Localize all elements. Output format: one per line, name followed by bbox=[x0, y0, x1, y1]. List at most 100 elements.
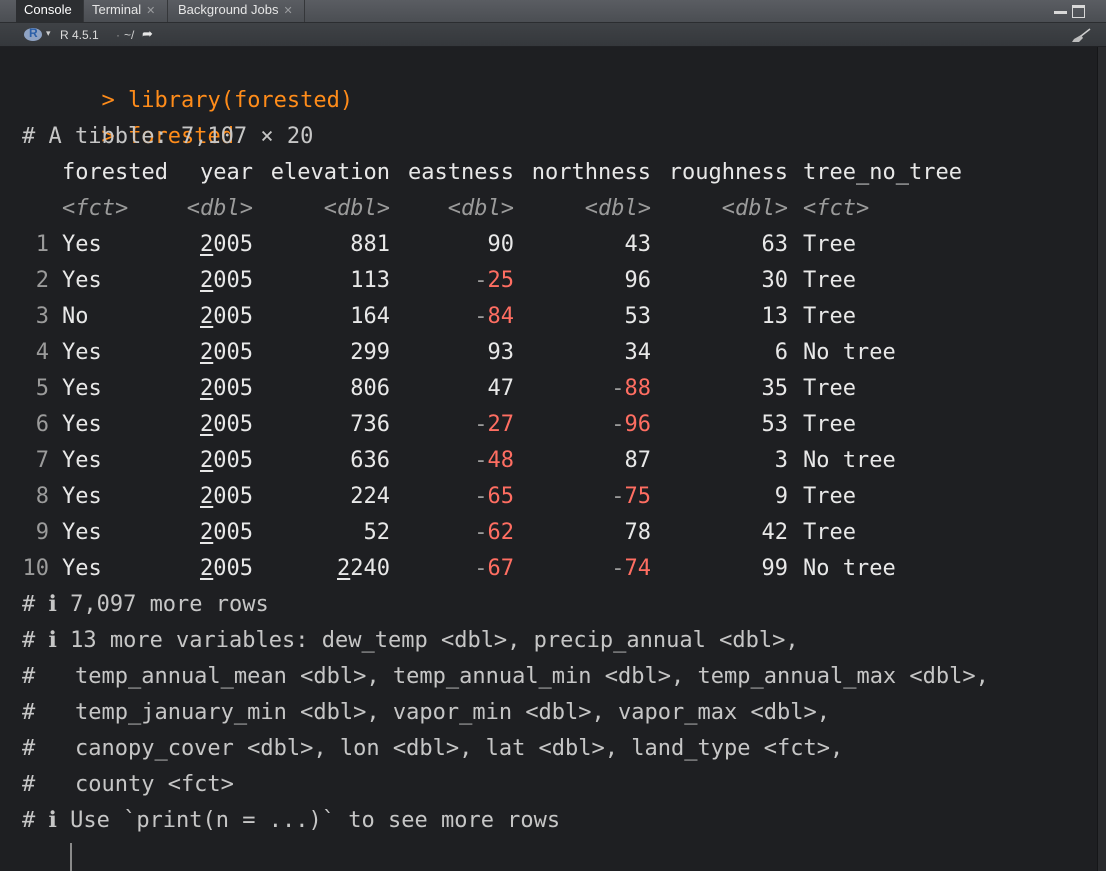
table-cell-tree-no-tree: Tree bbox=[803, 412, 856, 437]
table-cell-year: 2005 bbox=[200, 340, 253, 365]
column-header: tree_no_tree bbox=[803, 160, 962, 185]
table-cell-idx: 6 bbox=[35, 412, 49, 437]
table-row: 7 Yes 2005 636 -48 87 3 No tree bbox=[22, 443, 1022, 479]
table-cell-idx: 2 bbox=[35, 268, 49, 293]
footer-line: # canopy_cover <dbl>, lon <dbl>, lat <db… bbox=[22, 736, 844, 761]
text-cursor bbox=[70, 843, 72, 871]
table-cell-year: 2005 bbox=[200, 484, 253, 509]
table-cell-eastness: 47 bbox=[487, 376, 515, 401]
table-cell-year: 2005 bbox=[200, 304, 253, 329]
table-cell-northness: -88 bbox=[611, 376, 651, 401]
close-icon[interactable]: ✕ bbox=[146, 5, 155, 17]
table-cell-eastness: -67 bbox=[474, 556, 514, 581]
table-cell-eastness: -62 bbox=[474, 520, 514, 545]
console-command-line: > library(forested) bbox=[22, 47, 353, 113]
console-path-bar: ▾ R 4.5.1 · ~/ ➦ bbox=[0, 23, 1106, 47]
table-cell-northness: -74 bbox=[611, 556, 651, 581]
column-header: year bbox=[200, 160, 253, 185]
table-cell-elevation: 224 bbox=[350, 484, 390, 509]
column-type: <dbl> bbox=[447, 196, 514, 221]
column-type: <dbl> bbox=[721, 196, 788, 221]
tibble-header: # A tibble: 7,107 × 20 bbox=[22, 124, 314, 149]
minimize-icon[interactable] bbox=[1054, 11, 1067, 14]
maximize-icon[interactable] bbox=[1072, 5, 1085, 18]
table-cell-tree-no-tree: Tree bbox=[803, 268, 856, 293]
console-output[interactable]: > library(forested) > forested # A tibbl… bbox=[0, 47, 1097, 871]
table-cell-eastness: -48 bbox=[474, 448, 514, 473]
table-cell-northness: -75 bbox=[611, 484, 651, 509]
go-to-directory-icon[interactable]: ➦ bbox=[142, 26, 153, 42]
column-header: forested bbox=[62, 160, 168, 185]
tab-background-jobs-label: Background Jobs bbox=[178, 2, 279, 17]
table-cell-eastness: -65 bbox=[474, 484, 514, 509]
close-icon[interactable]: ✕ bbox=[283, 5, 292, 17]
table-cell-roughness: 3 bbox=[774, 448, 788, 473]
table-cell-northness: 53 bbox=[624, 304, 652, 329]
table-cell-northness: 78 bbox=[624, 520, 652, 545]
footer-line: # ℹ 7,097 more rows bbox=[22, 592, 269, 617]
table-row: 8 Yes 2005 224 -65 -75 9 Tree bbox=[22, 479, 1022, 515]
column-header: northness bbox=[531, 160, 651, 185]
table-row: 4 Yes 2005 299 93 34 6 No tree bbox=[22, 335, 1022, 371]
table-cell-elevation: 736 bbox=[350, 412, 390, 437]
r-logo-icon[interactable] bbox=[24, 26, 42, 41]
table-cell-elevation: 636 bbox=[350, 448, 390, 473]
table-cell-tree-no-tree: No tree bbox=[803, 556, 896, 581]
column-header-row: forested year elevation eastness northne… bbox=[22, 155, 1022, 191]
table-row: 3 No 2005 164 -84 53 13 Tree bbox=[22, 299, 1022, 335]
table-row: 5 Yes 2005 806 47 -88 35 Tree bbox=[22, 371, 1022, 407]
column-header: elevation bbox=[270, 160, 390, 185]
table-cell-tree-no-tree: Tree bbox=[803, 232, 856, 257]
column-type: <fct> bbox=[803, 196, 870, 221]
column-type: <dbl> bbox=[323, 196, 390, 221]
console-input-line[interactable]: > bbox=[22, 839, 115, 871]
table-cell-elevation: 2240 bbox=[337, 556, 390, 581]
table-cell-forested: Yes bbox=[62, 376, 102, 401]
table-cell-elevation: 299 bbox=[350, 340, 390, 365]
table-cell-year: 2005 bbox=[200, 556, 253, 581]
column-type: <fct> bbox=[62, 196, 129, 221]
table-cell-elevation: 113 bbox=[350, 268, 390, 293]
column-header: roughness bbox=[668, 160, 788, 185]
table-cell-idx: 10 bbox=[22, 556, 50, 581]
table-cell-eastness: -84 bbox=[474, 304, 514, 329]
table-cell-northness: 34 bbox=[624, 340, 652, 365]
footer-line: # temp_january_min <dbl>, vapor_min <dbl… bbox=[22, 700, 830, 725]
table-cell-year: 2005 bbox=[200, 376, 253, 401]
console-command-line: > forested bbox=[22, 83, 233, 149]
table-row: 9 Yes 2005 52 -62 78 42 Tree bbox=[22, 515, 1022, 551]
table-cell-roughness: 63 bbox=[761, 232, 789, 257]
table-cell-northness: 43 bbox=[624, 232, 652, 257]
table-cell-northness: 96 bbox=[624, 268, 652, 293]
clear-console-icon[interactable] bbox=[1070, 27, 1092, 43]
table-cell-idx: 5 bbox=[35, 376, 49, 401]
table-cell-roughness: 42 bbox=[761, 520, 789, 545]
tab-console-label: Console bbox=[24, 2, 72, 17]
table-cell-elevation: 881 bbox=[350, 232, 390, 257]
table-cell-tree-no-tree: Tree bbox=[803, 484, 856, 509]
table-cell-forested: No bbox=[62, 304, 89, 329]
table-cell-idx: 4 bbox=[35, 340, 49, 365]
chevron-down-icon[interactable]: ▾ bbox=[46, 28, 51, 39]
table-cell-roughness: 35 bbox=[761, 376, 789, 401]
table-cell-forested: Yes bbox=[62, 556, 102, 581]
r-version-label: R 4.5.1 bbox=[60, 28, 99, 42]
table-cell-forested: Yes bbox=[62, 268, 102, 293]
table-cell-forested: Yes bbox=[62, 340, 102, 365]
table-cell-year: 2005 bbox=[200, 412, 253, 437]
working-directory: ~/ bbox=[124, 28, 135, 42]
table-cell-elevation: 164 bbox=[350, 304, 390, 329]
tab-console[interactable]: Console bbox=[16, 0, 84, 22]
table-cell-year: 2005 bbox=[200, 448, 253, 473]
tab-terminal[interactable]: Terminal ✕ bbox=[84, 0, 168, 22]
table-cell-eastness: 93 bbox=[487, 340, 515, 365]
footer-line: # ℹ 13 more variables: dew_temp <dbl>, p… bbox=[22, 628, 799, 653]
table-cell-tree-no-tree: Tree bbox=[803, 376, 856, 401]
table-cell-elevation: 806 bbox=[350, 376, 390, 401]
footer-line: # ℹ Use `print(n = ...)` to see more row… bbox=[22, 808, 561, 833]
table-cell-roughness: 53 bbox=[761, 412, 789, 437]
column-type: <dbl> bbox=[584, 196, 651, 221]
console-scrollbar[interactable] bbox=[1097, 47, 1106, 871]
table-cell-elevation: 52 bbox=[363, 520, 391, 545]
tab-background-jobs[interactable]: Background Jobs ✕ bbox=[170, 0, 305, 22]
